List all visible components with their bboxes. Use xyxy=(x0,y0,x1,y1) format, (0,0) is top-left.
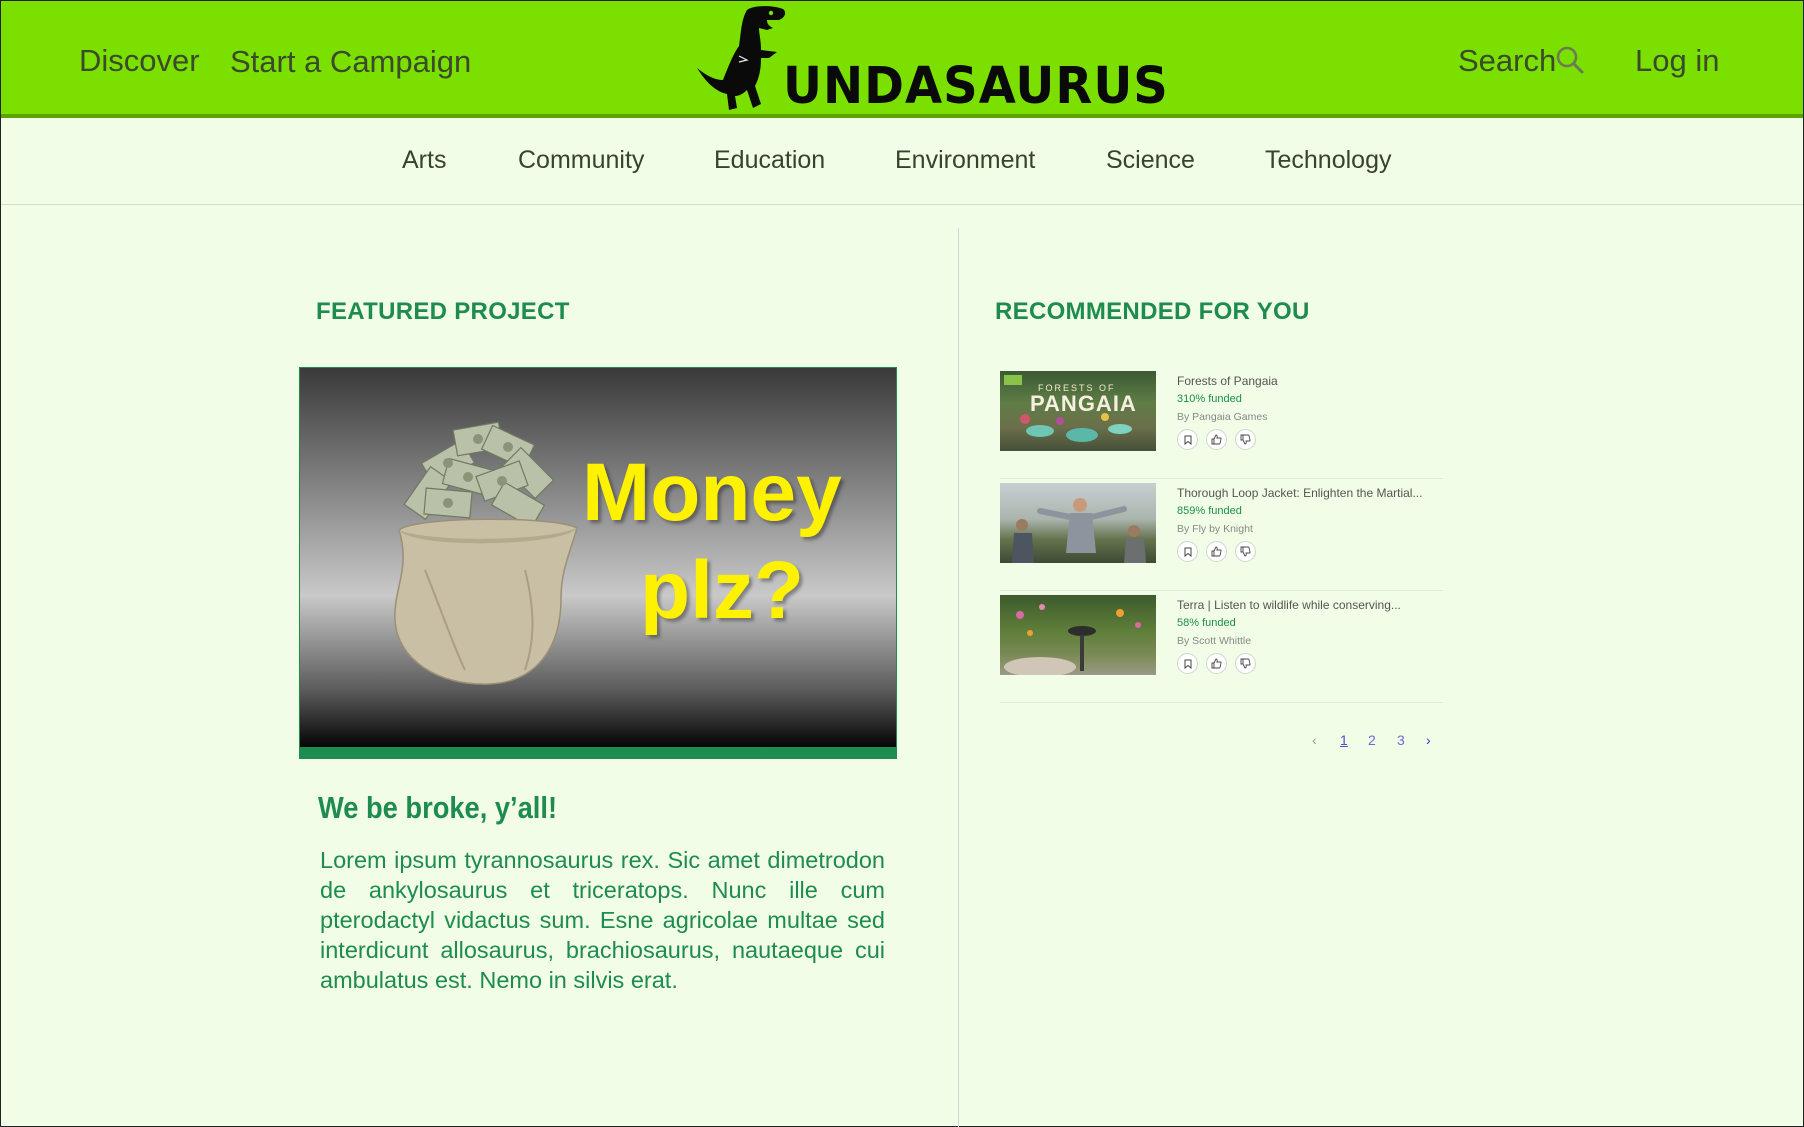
thumbs-up-icon xyxy=(1211,546,1222,557)
recommended-item-actions xyxy=(1177,541,1256,562)
dislike-button[interactable] xyxy=(1235,653,1256,674)
bookmark-icon xyxy=(1184,547,1191,557)
recommended-item-creator: By Fly by Knight xyxy=(1177,523,1253,535)
nav-discover-link[interactable]: Discover xyxy=(79,43,200,79)
thumbs-up-icon xyxy=(1211,434,1222,445)
recommended-item-actions xyxy=(1177,653,1256,674)
recommended-item-actions xyxy=(1177,429,1256,450)
dislike-button[interactable] xyxy=(1235,429,1256,450)
dislike-button[interactable] xyxy=(1235,541,1256,562)
thumbnail-title: PANGAIA xyxy=(1030,391,1137,416)
category-technology[interactable]: Technology xyxy=(1265,146,1391,175)
recommended-item-title[interactable]: Forests of Pangaia xyxy=(1177,374,1278,388)
recommended-item-funded: 859% funded xyxy=(1177,505,1242,517)
recommended-item[interactable]: Terra | Listen to wildlife while conserv… xyxy=(1000,592,1443,703)
nav-login-link[interactable]: Log in xyxy=(1635,43,1719,79)
featured-image-text-line1: Money xyxy=(582,447,842,538)
pager-prev-button[interactable]: ‹ xyxy=(1312,732,1317,748)
category-arts[interactable]: Arts xyxy=(402,146,446,175)
top-nav-bar: Discover Start a Campaign UNDASAURUS Sea… xyxy=(1,1,1803,118)
category-community[interactable]: Community xyxy=(518,146,644,175)
thumbs-down-icon xyxy=(1240,434,1251,445)
featured-image-text-line2: plz? xyxy=(640,545,804,636)
money-bag-icon xyxy=(394,421,578,685)
recommended-heading: RECOMMENDED FOR YOU xyxy=(995,298,1310,325)
bookmark-icon xyxy=(1184,659,1191,669)
bookmark-button[interactable] xyxy=(1177,653,1198,674)
recommended-item-title[interactable]: Terra | Listen to wildlife while conserv… xyxy=(1177,598,1401,612)
project-thumbnail[interactable] xyxy=(1000,483,1156,563)
category-environment[interactable]: Environment xyxy=(895,146,1035,175)
project-thumbnail[interactable] xyxy=(1000,595,1156,675)
people-exercising-icon xyxy=(1012,498,1146,563)
category-science[interactable]: Science xyxy=(1106,146,1195,175)
like-button[interactable] xyxy=(1206,653,1227,674)
thumbs-up-icon xyxy=(1211,658,1222,669)
recommended-item[interactable]: FORESTS OF PANGAIA Forests of Pangaia 31… xyxy=(1000,368,1443,479)
project-thumbnail[interactable]: FORESTS OF PANGAIA xyxy=(1000,371,1156,451)
bookmark-button[interactable] xyxy=(1177,429,1198,450)
featured-image-accent-bar xyxy=(299,748,897,759)
bookmark-button[interactable] xyxy=(1177,541,1198,562)
thumbs-down-icon xyxy=(1240,546,1251,557)
pager-page-1[interactable]: 1 xyxy=(1340,732,1348,748)
featured-project-image[interactable]: Money plz? xyxy=(299,367,897,748)
recommended-item[interactable]: Thorough Loop Jacket: Enlighten the Mart… xyxy=(1000,480,1443,591)
featured-project-description: Lorem ipsum tyrannosaurus rex. Sic amet … xyxy=(320,847,885,993)
recommended-item-funded: 310% funded xyxy=(1177,393,1242,405)
recommended-item-creator: By Pangaia Games xyxy=(1177,411,1268,423)
nav-start-campaign-link[interactable]: Start a Campaign xyxy=(230,44,471,80)
bookmark-icon xyxy=(1184,435,1191,445)
logo-wordmark: UNDASAURUS xyxy=(783,56,1169,116)
pager-page-3[interactable]: 3 xyxy=(1397,732,1405,748)
category-education[interactable]: Education xyxy=(714,146,825,175)
site-logo[interactable]: UNDASAURUS xyxy=(687,4,1168,115)
magnifier-icon[interactable] xyxy=(1555,45,1585,75)
dinosaur-logo-icon xyxy=(697,6,786,110)
featured-heading: FEATURED PROJECT xyxy=(316,298,570,325)
recommended-item-funded: 58% funded xyxy=(1177,617,1236,629)
pager-next-button[interactable]: › xyxy=(1426,732,1431,748)
like-button[interactable] xyxy=(1206,541,1227,562)
column-divider xyxy=(958,228,959,1127)
category-bar: Arts Community Education Environment Sci… xyxy=(1,118,1803,205)
recommended-item-title[interactable]: Thorough Loop Jacket: Enlighten the Mart… xyxy=(1177,486,1422,500)
garden-device-icon xyxy=(1004,604,1141,675)
nav-search-link[interactable]: Search xyxy=(1458,43,1556,79)
like-button[interactable] xyxy=(1206,429,1227,450)
thumbs-down-icon xyxy=(1240,658,1251,669)
pager-page-2[interactable]: 2 xyxy=(1368,732,1376,748)
recommended-item-creator: By Scott Whittle xyxy=(1177,635,1252,647)
featured-project-title[interactable]: We be broke, y’all! xyxy=(318,790,557,826)
